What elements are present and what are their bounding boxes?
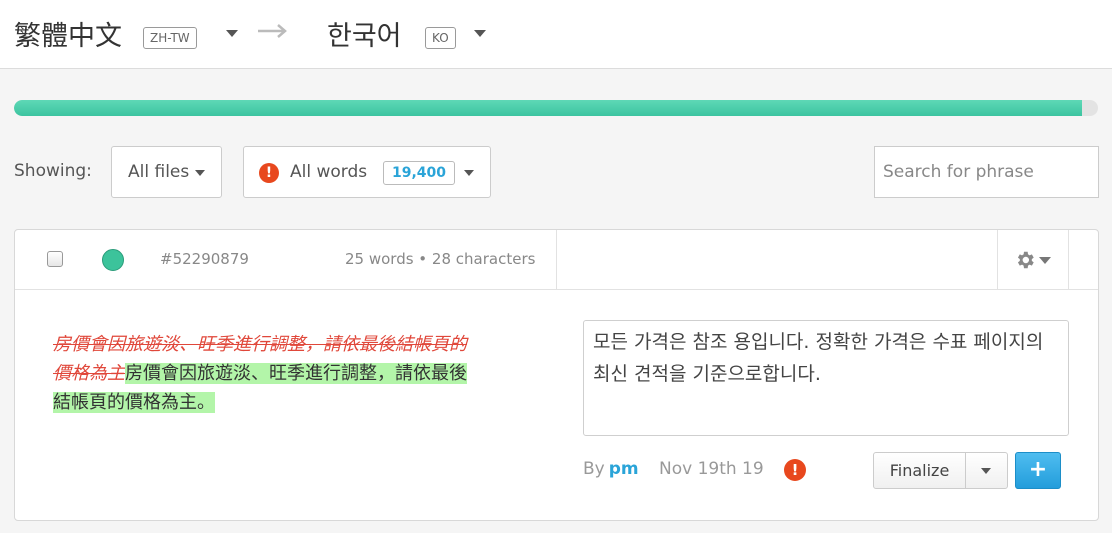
alert-icon[interactable]: ! (784, 459, 806, 481)
by-label: By (583, 459, 605, 479)
header-divider (1068, 230, 1069, 290)
source-text-diff: 房價會因旅遊淡、旺季進行調整，請依最後結帳頁的價格為主房價會因旅遊淡、旺季進行調… (53, 330, 483, 417)
add-button[interactable]: + (1015, 452, 1061, 489)
chevron-down-icon (981, 468, 991, 474)
finalize-button[interactable]: Finalize (873, 452, 966, 489)
words-filter-label: All words (290, 162, 368, 182)
status-indicator (102, 249, 124, 271)
files-filter-dropdown[interactable]: All files (111, 146, 222, 198)
files-filter-label: All files (128, 162, 190, 182)
settings-menu-button[interactable] (1000, 230, 1068, 290)
segment-date: Nov 19th 19 (659, 459, 764, 479)
source-language-name[interactable]: 繁體中文 (14, 14, 122, 53)
header-divider (997, 230, 998, 290)
language-bar: 繁體中文 ZH-TW 한국어 KO (0, 0, 1112, 69)
chevron-down-icon (1039, 257, 1051, 264)
chevron-down-icon (195, 170, 205, 176)
translation-progress-bar (14, 100, 1098, 116)
showing-label: Showing: (14, 161, 92, 181)
target-language-dropdown-icon[interactable] (474, 30, 486, 37)
finalize-dropdown-button[interactable] (965, 452, 1008, 489)
target-language-code: KO (425, 27, 456, 49)
header-divider (556, 230, 557, 290)
arrow-right-icon (258, 24, 287, 38)
segment-stats: 25 words • 28 characters (345, 250, 536, 268)
chevron-down-icon (464, 170, 474, 176)
search-input[interactable] (874, 146, 1099, 198)
source-language-code: ZH-TW (143, 27, 197, 49)
source-language-dropdown-icon[interactable] (226, 30, 238, 37)
segment-id: #52290879 (160, 250, 249, 268)
translation-textarea[interactable]: 모든 가격은 참조 용입니다. 정확한 가격은 수표 페이지의 최신 견적을 기… (583, 320, 1069, 436)
gear-icon (1017, 251, 1034, 269)
progress-fill (14, 100, 1082, 116)
segment-header: #52290879 25 words • 28 characters (15, 230, 1098, 290)
target-language-name[interactable]: 한국어 (327, 14, 402, 53)
words-count-badge: 19,400 (383, 161, 456, 185)
author-info: By pm (583, 459, 639, 479)
words-filter-dropdown[interactable]: ! All words 19,400 (243, 146, 491, 198)
segment-checkbox[interactable] (47, 251, 63, 267)
author-link[interactable]: pm (609, 459, 639, 479)
segment-card: #52290879 25 words • 28 characters 房價會因旅… (14, 229, 1099, 521)
alert-icon: ! (259, 163, 279, 183)
